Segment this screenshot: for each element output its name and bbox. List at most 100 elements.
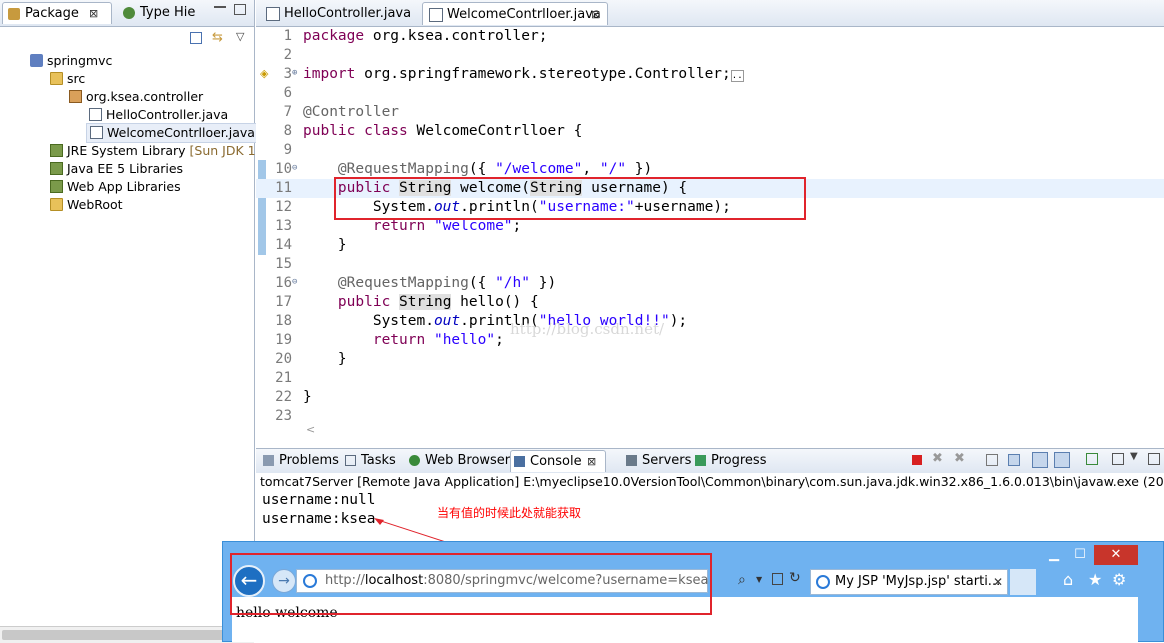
settings-gear-icon[interactable]: ⚙: [1112, 570, 1126, 589]
tree-item-src[interactable]: src: [50, 70, 85, 88]
tree-item-welcomecontrlloer[interactable]: WelcomeContrlloer.java: [86, 123, 258, 143]
bottom-panel-tabbar: Problems Tasks Web Browser Console ⊠ Ser…: [256, 448, 1164, 474]
collapse-icon: ⊖: [292, 277, 298, 287]
close-window-icon[interactable]: ✕: [1094, 545, 1138, 565]
tab-title: My JSP 'MyJsp.jsp' starti...: [835, 574, 1001, 589]
favorites-icon[interactable]: ★: [1088, 570, 1102, 589]
java-file-icon: [429, 8, 443, 22]
package-explorer-icon: [8, 8, 20, 20]
console-process-header: tomcat7Server [Remote Java Application] …: [256, 473, 1164, 491]
display-console-icon[interactable]: [1112, 453, 1124, 465]
code-line: 21: [275, 370, 292, 386]
pin-console-icon[interactable]: [1086, 453, 1098, 465]
tab-type-hierarchy[interactable]: Type Hie: [118, 2, 198, 24]
tree-label: springmvc: [47, 53, 113, 68]
close-icon[interactable]: ⊠: [89, 3, 98, 25]
code-line: 9: [283, 142, 292, 158]
tab-welcomecontrlloer[interactable]: WelcomeContrlloer.java ⊠: [422, 2, 608, 25]
globe-icon: [409, 455, 420, 466]
tree-label: HelloController.java: [106, 107, 229, 122]
code-line: 15: [275, 256, 292, 272]
scroll-left-icon[interactable]: <: [306, 423, 315, 436]
tab-label: Servers: [642, 453, 692, 468]
tree-item-jre-library[interactable]: JRE System Library [Sun JDK 1.6: [50, 142, 268, 160]
tab-label: Package: [25, 6, 79, 21]
problems-icon: [263, 455, 274, 466]
close-icon[interactable]: ⊠: [591, 3, 600, 26]
console-icon: [514, 456, 525, 467]
view-menu-icon[interactable]: ▽: [236, 30, 244, 43]
tab-web-browser[interactable]: Web Browser: [406, 450, 510, 472]
code-line: 8 public class WelcomeContrlloer {: [283, 123, 583, 139]
tab-console[interactable]: Console ⊠: [510, 450, 606, 472]
search-icon[interactable]: ⌕: [738, 572, 746, 588]
java-file-icon: [89, 108, 102, 121]
refresh-icon[interactable]: ↻: [789, 570, 801, 586]
close-icon[interactable]: ⊠: [587, 451, 596, 473]
tree-label: Java EE 5 Libraries: [67, 161, 184, 176]
maximize-icon[interactable]: [234, 4, 246, 15]
minimize-icon[interactable]: [214, 6, 226, 8]
java-file-icon: [266, 7, 280, 21]
tab-servers[interactable]: Servers: [623, 450, 691, 472]
tab-label: Console: [530, 454, 582, 469]
minimize-icon[interactable]: ▁: [1044, 545, 1064, 565]
tree-item-hellocontroller[interactable]: HelloController.java: [89, 106, 228, 124]
terminate-icon[interactable]: [912, 455, 922, 465]
explorer-horizontal-scrollbar[interactable]: [0, 626, 254, 643]
editor-horizontal-scrollbar[interactable]: <: [296, 423, 1164, 439]
remove-launch-icon[interactable]: ✖: [932, 451, 943, 466]
code-line: 2: [283, 47, 292, 63]
tree-item-javaee-library[interactable]: Java EE 5 Libraries: [50, 160, 183, 178]
package-icon: [69, 90, 82, 103]
code-line: 23: [275, 408, 292, 424]
tree-item-package[interactable]: org.ksea.controller: [69, 88, 203, 106]
dropdown-icon[interactable]: ▼: [1130, 451, 1138, 462]
new-tab-button[interactable]: [1010, 569, 1036, 595]
tree-label: WebRoot: [67, 197, 123, 212]
compatibility-view-icon[interactable]: [772, 573, 783, 585]
tab-tasks[interactable]: Tasks: [342, 450, 396, 472]
code-line: 17 public String hello() {: [275, 294, 539, 310]
library-icon: [50, 162, 63, 175]
console-line: username:ksea: [262, 511, 376, 527]
tab-label: HelloController.java: [284, 6, 412, 21]
browser-tab[interactable]: My JSP 'MyJsp.jsp' starti... ✕: [810, 569, 1008, 595]
scroll-lock-icon[interactable]: [1008, 454, 1020, 466]
tab-package-explorer[interactable]: Package ⊠: [2, 2, 112, 24]
link-with-editor-icon[interactable]: ⇆: [212, 30, 223, 45]
dropdown-icon[interactable]: ▼: [756, 575, 762, 584]
new-console-icon[interactable]: [1148, 453, 1160, 465]
code-line: 3 ⊕ import org.springframework.stereotype.…: [283, 66, 744, 82]
watermark: http://blog.csdn.net/: [510, 320, 665, 338]
tree-item-springmvc[interactable]: springmvc: [30, 52, 112, 70]
code-line: 16 ⊖ @RequestMapping({ "/h" }): [275, 275, 557, 291]
tab-label: Type Hie: [140, 5, 196, 20]
scrollbar-thumb[interactable]: [2, 630, 232, 640]
code-line: 19 return "hello";: [275, 332, 504, 348]
tab-label: Tasks: [361, 453, 396, 468]
home-icon[interactable]: ⌂: [1063, 570, 1073, 589]
show-error-icon[interactable]: [1054, 452, 1070, 468]
tab-problems[interactable]: Problems: [260, 450, 339, 472]
folder-icon: [50, 198, 63, 211]
tab-label: Problems: [279, 453, 339, 468]
code-line: 6: [283, 85, 292, 101]
remove-all-icon[interactable]: ✖: [954, 451, 965, 466]
close-tab-icon[interactable]: ✕: [993, 570, 1003, 594]
tree-label: WelcomeContrlloer.java: [107, 125, 255, 140]
tab-hellocontroller[interactable]: HelloController.java: [260, 2, 420, 25]
package-explorer-tabbar: Package ⊠ Type Hie: [0, 0, 254, 27]
tab-progress[interactable]: Progress: [692, 450, 766, 472]
show-console-icon[interactable]: [1032, 452, 1048, 468]
maximize-icon[interactable]: ☐: [1068, 545, 1092, 565]
code-line: 20 }: [275, 351, 347, 367]
code-editor[interactable]: ◈ 1 package org.ksea.controller; 2 3 ⊕ impo…: [256, 27, 1164, 440]
tree-item-webapp-library[interactable]: Web App Libraries: [50, 178, 181, 196]
clear-console-icon[interactable]: [986, 454, 998, 466]
tree-label: Web App Libraries: [67, 179, 181, 194]
tree-label: src: [67, 71, 86, 86]
collapse-all-icon[interactable]: [190, 32, 202, 44]
tree-item-webroot[interactable]: WebRoot: [50, 196, 123, 214]
tree-label: JRE System Library: [67, 143, 186, 158]
